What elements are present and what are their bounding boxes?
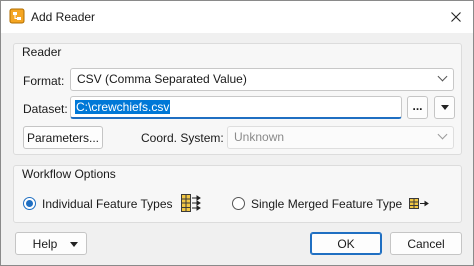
single-merged-feature-type-radio[interactable] — [232, 197, 245, 210]
workflow-options-title: Workflow Options — [22, 167, 116, 181]
parameters-button[interactable]: Parameters... — [23, 126, 103, 149]
coord-system-select[interactable]: Unknown — [227, 126, 454, 149]
coord-system-label: Coord. System: — [141, 131, 224, 145]
help-label: Help — [32, 236, 58, 251]
reader-group-title: Reader — [22, 45, 62, 59]
cancel-label: Cancel — [407, 236, 445, 251]
dataset-value: C:\crewchiefs.csv — [75, 100, 171, 114]
triangle-down-icon — [70, 242, 78, 247]
multiple-feature-types-icon — [181, 194, 201, 212]
dataset-dropdown-button[interactable] — [434, 96, 455, 119]
single-merged-feature-type-label[interactable]: Single Merged Feature Type — [251, 197, 402, 211]
format-label: Format: — [23, 74, 65, 88]
add-reader-dialog: Add Reader Reader Format: CSV (Comma Sep… — [0, 0, 474, 266]
format-value: CSV (Comma Separated Value) — [77, 72, 247, 86]
browse-button[interactable]: ... — [407, 96, 428, 119]
ok-button[interactable]: OK — [310, 232, 382, 255]
close-button[interactable] — [445, 7, 467, 27]
browse-label: ... — [412, 98, 423, 113]
cancel-button[interactable]: Cancel — [390, 232, 462, 255]
chevron-down-icon — [437, 71, 448, 82]
coord-system-value: Unknown — [234, 130, 285, 144]
individual-feature-types-radio[interactable] — [23, 197, 36, 210]
individual-feature-types-label[interactable]: Individual Feature Types — [42, 197, 173, 211]
title-bar: Add Reader — [1, 1, 473, 33]
dataset-input[interactable]: C:\crewchiefs.csv — [70, 96, 402, 119]
format-select[interactable]: CSV (Comma Separated Value) — [70, 68, 454, 91]
ok-label: OK — [337, 236, 355, 251]
help-button[interactable]: Help — [15, 232, 87, 255]
dataset-label: Dataset: — [23, 102, 68, 116]
parameters-label: Parameters... — [26, 130, 100, 145]
close-icon — [451, 12, 461, 22]
single-feature-type-icon — [409, 198, 429, 209]
dialog-title: Add Reader — [31, 10, 96, 24]
triangle-down-icon — [440, 105, 449, 110]
fme-app-icon — [9, 8, 25, 24]
chevron-down-icon — [437, 129, 448, 140]
